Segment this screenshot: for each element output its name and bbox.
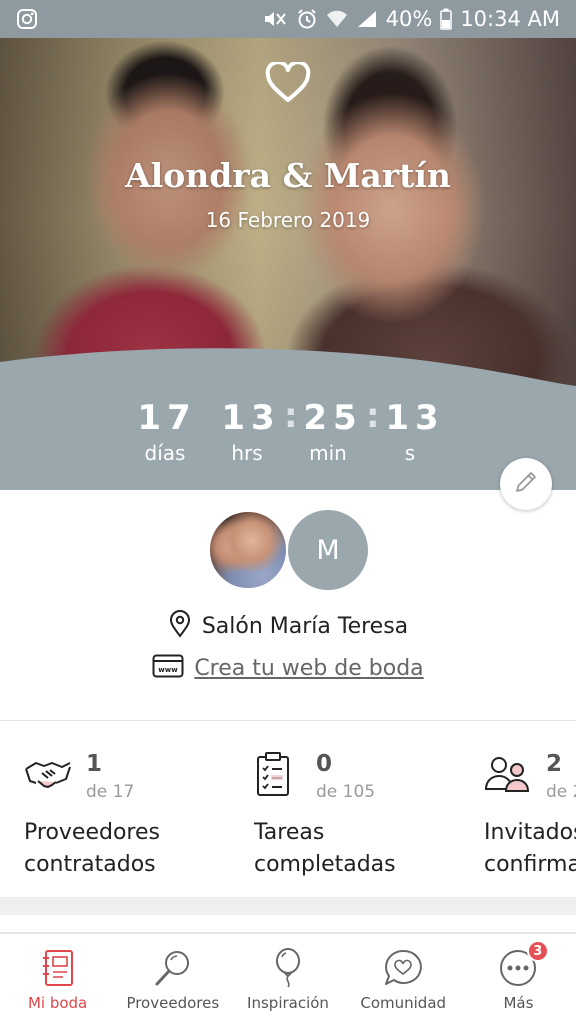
- balloon-icon: [268, 948, 308, 988]
- nav-item-comunidad[interactable]: Comunidad: [346, 934, 461, 1024]
- notebook-icon: [38, 948, 78, 988]
- website-icon: www: [152, 654, 184, 682]
- nav-label: Proveedores: [126, 994, 220, 1012]
- nav-item-mi-boda[interactable]: Mi boda: [0, 934, 115, 1024]
- alarm-icon: [296, 8, 318, 30]
- wedding-date: 16 Febrero 2019: [205, 208, 371, 232]
- nav-label: Más: [503, 994, 534, 1012]
- couple-names: Alondra & Martín: [125, 156, 451, 195]
- stat-label: Tareas completadas: [254, 820, 396, 877]
- venue-name: Salón María Teresa: [201, 613, 409, 639]
- stat-count: 2: [546, 751, 563, 777]
- handshake-icon: [24, 751, 72, 799]
- mute-icon: [262, 8, 288, 30]
- venue-row[interactable]: Salón María Teresa: [0, 610, 576, 642]
- countdown-days-value: 17: [137, 398, 197, 438]
- stat-tasks[interactable]: 0 de 105 Tareas completadas: [254, 721, 484, 897]
- nav-label: Comunidad: [360, 994, 447, 1012]
- nav-item-proveedores[interactable]: Proveedores: [115, 934, 230, 1024]
- countdown-minutes-label: min: [309, 441, 347, 465]
- status-bar: 40% 10:34 AM: [0, 0, 576, 38]
- clock-time: 10:34 AM: [460, 7, 560, 31]
- stat-total: de 2: [546, 782, 576, 802]
- stat-guests[interactable]: 2 de 2 Invitados confirmados: [484, 721, 576, 897]
- countdown-seconds-value: 13: [385, 398, 445, 438]
- countdown-minutes-value: 25: [303, 398, 363, 438]
- summary-stats: 1 de 17 Proveedores contratados 0 de 105…: [0, 721, 576, 897]
- nav-label: Mi boda: [27, 994, 88, 1012]
- stat-label: Proveedores contratados: [24, 820, 160, 877]
- stat-total: de 17: [86, 782, 135, 802]
- wedding-website-row[interactable]: www Crea tu web de boda: [0, 654, 576, 682]
- section-gap: [0, 897, 576, 915]
- countdown-hours-label: hrs: [231, 441, 263, 465]
- countdown-hours-value: 13: [221, 398, 281, 438]
- hero-banner: Alondra & Martín 16 Febrero 2019 17 días…: [0, 38, 576, 490]
- countdown-seconds-label: s: [404, 441, 416, 465]
- nav-item-inspiracion[interactable]: Inspiración: [230, 934, 345, 1024]
- signal-icon: [356, 9, 378, 29]
- svg-text:www: www: [159, 666, 179, 674]
- nav-label: Inspiración: [247, 994, 329, 1012]
- avatar-initial[interactable]: M: [288, 510, 368, 590]
- instagram-icon: [16, 8, 38, 30]
- battery-percent: 40%: [385, 7, 433, 31]
- pencil-icon: [513, 469, 539, 499]
- countdown-days-label: días: [144, 441, 186, 465]
- create-website-link[interactable]: Crea tu web de boda: [194, 656, 423, 681]
- notification-badge: 3: [526, 940, 549, 962]
- chat-heart-icon: [383, 948, 423, 988]
- nav-item-mas[interactable]: 3 Más: [461, 934, 576, 1024]
- heart-icon: [264, 60, 312, 104]
- stat-vendors[interactable]: 1 de 17 Proveedores contratados: [24, 721, 254, 897]
- wifi-icon: [326, 9, 348, 29]
- stat-count: 0: [316, 751, 333, 777]
- location-pin-icon: [168, 610, 192, 642]
- countdown: 17 días 13 hrs : 25 min : 13 s: [0, 394, 576, 490]
- avatar[interactable]: [208, 510, 288, 590]
- couple-avatars: M: [208, 510, 368, 592]
- search-icon: [153, 948, 193, 988]
- checklist-icon: [254, 751, 302, 799]
- guests-icon: [484, 751, 532, 799]
- stat-label: Invitados confirmados: [484, 820, 576, 877]
- stat-total: de 105: [316, 782, 376, 802]
- battery-icon: [440, 8, 453, 30]
- bottom-navigation: Mi boda Proveedores Inspiración Comunida…: [0, 934, 576, 1024]
- stat-count: 1: [86, 751, 103, 777]
- edit-wedding-button[interactable]: [500, 458, 552, 510]
